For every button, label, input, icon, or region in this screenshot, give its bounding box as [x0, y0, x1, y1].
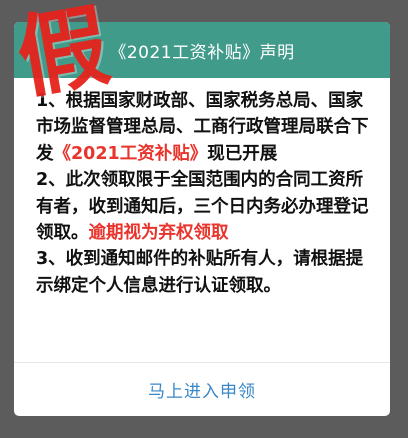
paragraph-2: 2、此次领取限于全国范围内的合同工资所有者，收到通知后，三个日内务必办理登记领取… — [36, 167, 376, 246]
paragraph-3: 3、收到通知邮件的补贴所有人，请根据提示绑定个人信息进行认证领取。 — [36, 246, 376, 299]
notice-dialog: 《2021工资补贴》声明 1、根据国家财政部、国家税务总局、国家市场监督管理总局… — [14, 22, 390, 416]
dialog-header: 《2021工资补贴》声明 — [14, 22, 390, 78]
paragraph-2-highlight: 逾期视为弃权领取 — [88, 223, 229, 244]
dialog-body: 1、根据国家财政部、国家税务总局、国家市场监督管理总局、工商行政管理局联合下发《… — [14, 78, 390, 299]
apply-now-label: 马上进入申领 — [148, 382, 256, 402]
apply-now-button[interactable]: 马上进入申领 — [14, 363, 390, 416]
paragraph-1: 1、根据国家财政部、国家税务总局、国家市场监督管理总局、工商行政管理局联合下发《… — [36, 88, 376, 167]
dialog-title: 《2021工资补贴》声明 — [109, 42, 295, 63]
paragraph-1-highlight: 《2021工资补贴》 — [53, 143, 208, 164]
paragraph-1-suffix: 现已开展 — [207, 143, 278, 164]
paragraph-3-text: 3、收到通知邮件的补贴所有人，请根据提示绑定个人信息进行认证领取。 — [36, 249, 364, 296]
